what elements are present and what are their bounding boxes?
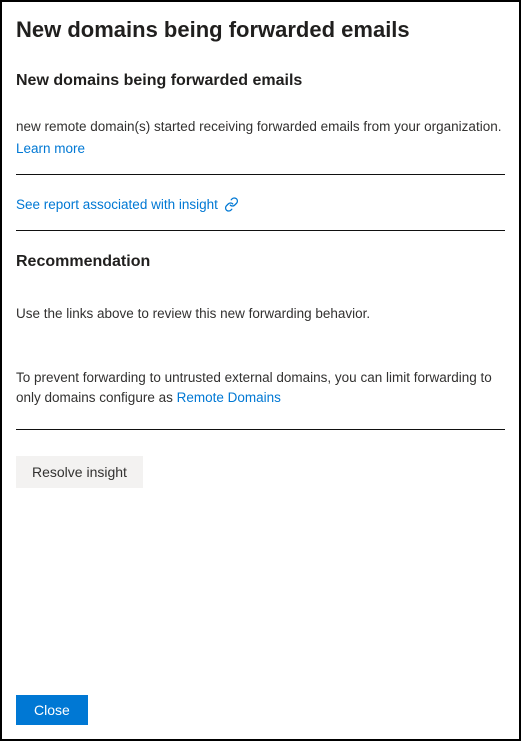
resolve-insight-button[interactable]: Resolve insight bbox=[16, 456, 143, 488]
close-button[interactable]: Close bbox=[16, 695, 88, 725]
section-heading: New domains being forwarded emails bbox=[16, 72, 505, 90]
panel-footer: Close bbox=[16, 695, 88, 725]
see-report-link[interactable]: See report associated with insight bbox=[16, 197, 218, 212]
learn-more-link[interactable]: Learn more bbox=[16, 141, 85, 156]
prevent-text: To prevent forwarding to untrusted exter… bbox=[16, 368, 505, 407]
divider bbox=[16, 230, 505, 231]
divider bbox=[16, 174, 505, 175]
link-icon bbox=[224, 197, 239, 212]
panel-title: New domains being forwarded emails bbox=[16, 16, 505, 44]
recommendation-text: Use the links above to review this new f… bbox=[16, 305, 505, 324]
divider bbox=[16, 429, 505, 430]
insight-panel: New domains being forwarded emails New d… bbox=[0, 0, 521, 741]
section-body-text: new remote domain(s) started receiving f… bbox=[16, 118, 505, 137]
remote-domains-link[interactable]: Remote Domains bbox=[177, 390, 281, 405]
recommendation-heading: Recommendation bbox=[16, 253, 505, 271]
